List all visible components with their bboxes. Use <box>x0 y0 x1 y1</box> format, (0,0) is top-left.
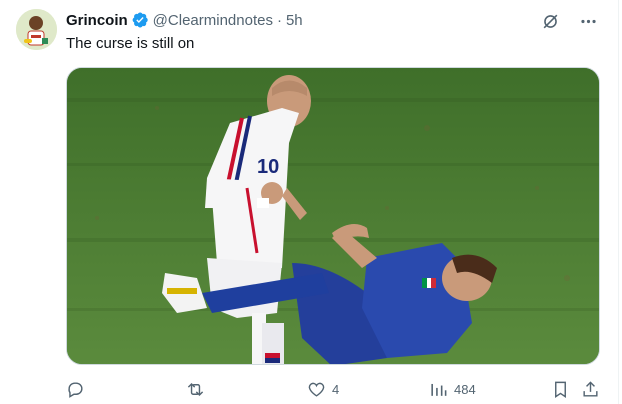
header-actions <box>540 11 598 31</box>
share-button[interactable] <box>581 378 600 400</box>
post-actions: 4 484 <box>66 378 606 400</box>
separator-dot: · <box>276 11 282 29</box>
reply-button[interactable] <box>66 378 91 400</box>
verified-badge-icon[interactable] <box>131 11 149 29</box>
like-button[interactable]: 4 <box>307 378 339 400</box>
avatar-illustration <box>16 9 57 50</box>
views-button[interactable]: 484 <box>429 378 476 400</box>
bookmark-icon <box>555 381 566 398</box>
avatar[interactable] <box>16 9 57 50</box>
football-photo: 10 <box>67 68 599 364</box>
post-image[interactable]: 10 <box>66 67 600 365</box>
post-timestamp[interactable]: 5h <box>286 12 303 29</box>
bookmark-button[interactable] <box>551 378 570 400</box>
post-text: The curse is still on <box>66 35 195 52</box>
more-icon[interactable] <box>578 11 598 31</box>
share-icon <box>583 380 598 397</box>
post-header: Grincoin @Clearmindnotes · 5h <box>66 10 303 30</box>
column-divider <box>618 0 619 404</box>
author-handle[interactable]: @Clearmindnotes <box>153 12 273 29</box>
reply-icon <box>68 381 83 398</box>
views-count: 484 <box>454 381 476 397</box>
repost-button[interactable] <box>186 378 211 400</box>
like-icon <box>308 382 325 397</box>
svg-text:10: 10 <box>257 156 279 178</box>
views-icon <box>431 383 447 396</box>
grok-icon[interactable] <box>540 11 560 31</box>
repost-icon <box>187 382 204 396</box>
like-count: 4 <box>332 381 340 397</box>
author-name[interactable]: Grincoin <box>66 12 128 29</box>
